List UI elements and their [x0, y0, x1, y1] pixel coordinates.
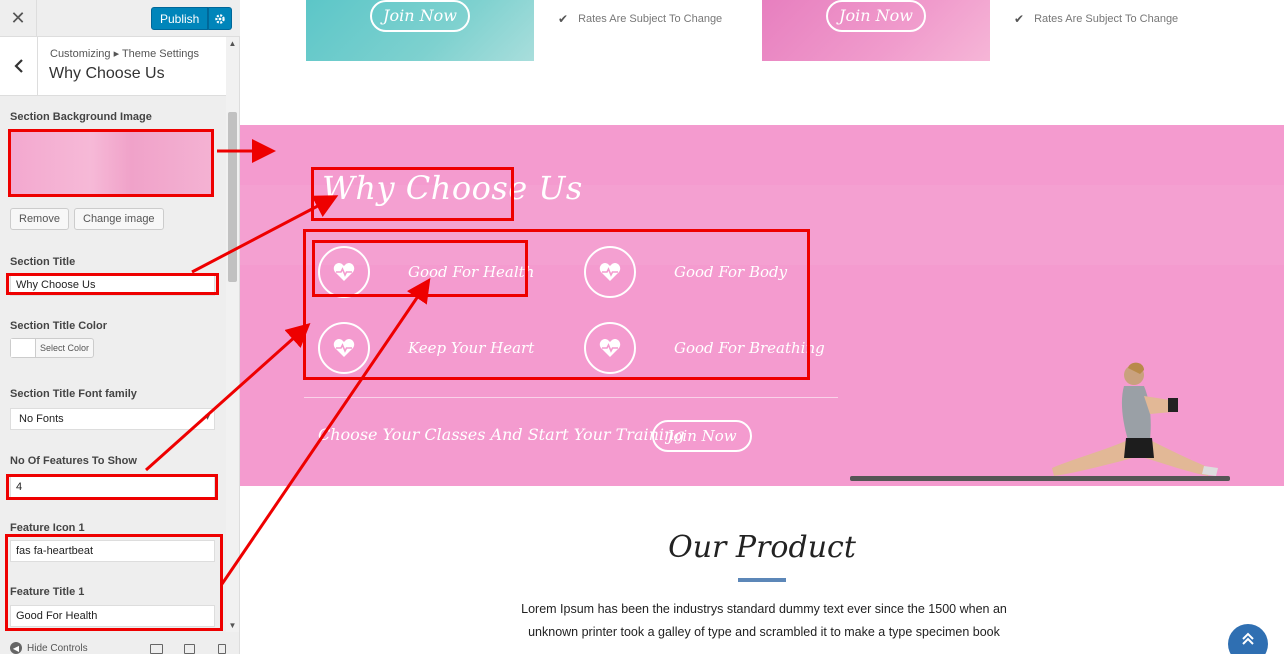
title-color-label: Section Title Color [10, 320, 107, 332]
pricing-card-image: Join Now [762, 0, 990, 61]
bg-image-label: Section Background Image [10, 111, 152, 123]
section-title: Why Choose Us [49, 65, 165, 82]
font-family-select[interactable]: No Fonts ▾ [10, 408, 215, 430]
section-title-label: Section Title [10, 256, 76, 268]
select-color-button[interactable]: Select Color [10, 338, 94, 358]
pricing-feature-text: Rates Are Subject To Change [578, 13, 723, 25]
annotation-box-feature-fields [5, 534, 223, 631]
desktop-icon[interactable] [150, 644, 163, 654]
annotation-box-feature-1 [312, 240, 528, 297]
publish-button[interactable]: Publish [151, 7, 209, 30]
hide-controls-label: Hide Controls [27, 642, 88, 654]
tablet-icon[interactable] [184, 644, 195, 654]
publish-group: Publish [151, 7, 233, 30]
remove-button[interactable]: Remove [10, 208, 69, 230]
hide-controls-button[interactable]: ◀ Hide Controls [10, 642, 88, 654]
divider [304, 397, 838, 398]
annotation-box-title-input [6, 273, 219, 295]
close-icon[interactable]: ✕ [0, 0, 37, 36]
product-section-title: Our Product [668, 530, 856, 565]
pricing-feature: ✔ Rates Are Subject To Change [558, 12, 722, 26]
mobile-icon[interactable] [218, 644, 226, 654]
chevron-down-icon: ▾ [204, 412, 210, 423]
customizer-header: ✕ Publish [0, 0, 240, 37]
select-color-label: Select Color [40, 343, 90, 353]
gear-icon[interactable] [208, 7, 233, 30]
back-arrow-icon[interactable] [0, 37, 38, 95]
sidebar-scrollbar[interactable]: ▲ ▼ [226, 37, 239, 632]
scroll-down-arrow-icon[interactable]: ▼ [226, 621, 239, 630]
pricing-feature: ✔ Rates Are Subject To Change [1014, 12, 1178, 26]
product-description: Lorem Ipsum has been the industrys stand… [521, 602, 1007, 639]
join-now-button[interactable]: Join Now [370, 0, 470, 32]
feature-icon-label: Feature Icon 1 [10, 522, 85, 534]
font-family-label: Section Title Font family [10, 388, 137, 400]
title-underline [738, 578, 786, 582]
annotation-box-why-title [311, 167, 514, 221]
pricing-card-image: Join Now [306, 0, 534, 61]
check-icon: ✔ [558, 12, 569, 26]
annotation-box-count-input [6, 474, 218, 500]
cta-join-now-button[interactable]: Join Now [652, 420, 752, 452]
fitness-woman-image [1052, 362, 1218, 476]
yoga-mat [850, 476, 1230, 481]
section-header: Customizing ▸ Theme Settings Why Choose … [0, 37, 226, 96]
scroll-up-arrow-icon[interactable]: ▲ [226, 39, 239, 48]
customizer-footer: ◀ Hide Controls [0, 638, 240, 654]
annotation-box-bg-image [8, 129, 214, 197]
join-now-button[interactable]: Join Now [826, 0, 926, 32]
features-count-label: No Of Features To Show [10, 455, 137, 467]
change-image-button[interactable]: Change image [74, 208, 164, 230]
cta-text: Choose Your Classes And Start Your Train… [318, 425, 685, 444]
breadcrumb: Customizing ▸ Theme Settings [50, 48, 199, 60]
collapse-icon: ◀ [10, 642, 22, 654]
check-icon: ✔ [1014, 12, 1025, 26]
scroll-to-top-button[interactable] [1228, 624, 1268, 654]
double-chevron-up-icon [1242, 632, 1254, 645]
font-family-value: No Fonts [19, 413, 64, 425]
scrollbar-thumb[interactable] [228, 112, 237, 282]
customizer-screen: ✕ Publish Customizing ▸ Theme Settings W… [0, 0, 1284, 654]
pricing-feature-text: Rates Are Subject To Change [1034, 13, 1179, 25]
color-swatch [11, 339, 36, 357]
